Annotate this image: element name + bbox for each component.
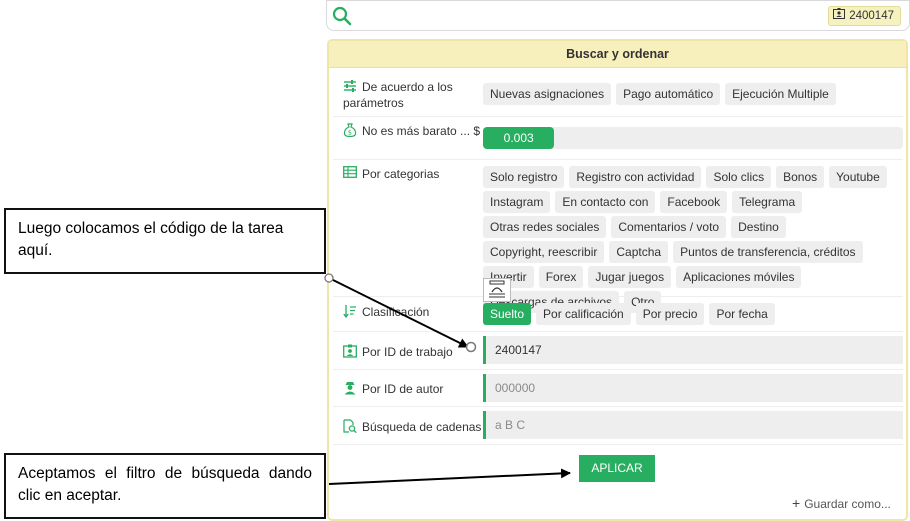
chip-category[interactable]: Captcha (609, 241, 669, 263)
params-label: De acuerdo a los parámetros (343, 79, 483, 111)
job-id-label-text: Por ID de trabajo (362, 345, 453, 359)
plus-icon: + (792, 495, 801, 511)
save-as-label: Guardar como... (804, 497, 891, 511)
chip-category[interactable]: Comentarios / voto (611, 216, 727, 238)
chip-multiple-execution[interactable]: Ejecución Multiple (725, 83, 836, 105)
document-icon (483, 278, 511, 302)
category-chips: Solo registro Registro con actividad Sol… (483, 166, 905, 313)
categories-label: Por categorias (343, 166, 483, 182)
price-slider-fill[interactable]: 0.003 (483, 127, 555, 149)
sliders-icon (343, 79, 357, 93)
chip-auto-payment[interactable]: Pago automático (616, 83, 721, 105)
params-chips: Nuevas asignaciones Pago automático Ejec… (483, 83, 905, 105)
chip-category[interactable]: Copyright, reescribir (483, 241, 605, 263)
id-card-icon (833, 7, 846, 25)
price-label-text: No es más barato ... $ (362, 124, 481, 138)
chip-sort-price[interactable]: Por precio (635, 303, 705, 325)
chip-sort-rating[interactable]: Por calificación (536, 303, 631, 325)
price-slider[interactable]: 0.003 (483, 127, 903, 149)
params-row: De acuerdo a los parámetros Nuevas asign… (333, 73, 903, 117)
chip-category[interactable]: Bonos (776, 166, 825, 188)
chip-category[interactable]: En contacto con (555, 191, 656, 213)
chip-category[interactable]: Instagram (483, 191, 551, 213)
chip-category[interactable]: Registro con actividad (569, 166, 702, 188)
chip-category[interactable]: Aplicaciones móviles (676, 266, 802, 288)
chip-category[interactable]: Destino (731, 216, 786, 238)
job-id-input[interactable] (483, 336, 903, 364)
sort-label: Clasificación (343, 304, 483, 320)
id-card-icon (343, 344, 357, 358)
task-id-badge[interactable]: 2400147 (828, 6, 901, 26)
sort-label-text: Clasificación (362, 305, 430, 319)
author-id-label-text: Por ID de autor (362, 382, 444, 396)
chip-category[interactable]: Facebook (660, 191, 728, 213)
chip-new-assignments[interactable]: Nuevas asignaciones (483, 83, 612, 105)
panel-title: Buscar y ordenar (329, 41, 906, 68)
table-icon (343, 166, 357, 180)
chip-category[interactable]: Forex (538, 266, 584, 288)
string-search-input[interactable] (483, 411, 903, 439)
string-search-row: Búsqueda de cadenas (333, 407, 903, 445)
params-label-text: De acuerdo a los parámetros (343, 80, 453, 110)
chip-category[interactable]: Solo registro (483, 166, 565, 188)
chip-category[interactable]: Jugar juegos (588, 266, 672, 288)
chip-category[interactable]: Puntos de transferencia, créditos (673, 241, 863, 263)
author-id-input[interactable] (483, 374, 903, 402)
sort-icon (343, 304, 357, 318)
doc-search-icon (343, 419, 357, 433)
chip-category[interactable]: Solo clics (706, 166, 772, 188)
string-search-label-text: Búsqueda de cadenas (362, 420, 482, 434)
search-and-sort-panel: Buscar y ordenar De acuerdo a los paráme… (327, 39, 908, 521)
chip-category[interactable]: Telegrama (732, 191, 803, 213)
author-id-row: Por ID de autor (333, 370, 903, 407)
save-as-link[interactable]: + Guardar como... (792, 495, 891, 511)
price-row: $ No es más barato ... $ 0.003 (333, 117, 903, 160)
string-search-label: Búsqueda de cadenas (343, 419, 483, 435)
chip-category[interactable]: Youtube (829, 166, 887, 188)
callout-task-code: Luego colocamos el código de la tarea aq… (4, 208, 326, 274)
apply-button[interactable]: APLICAR (579, 455, 655, 482)
money-bag-icon: $ (343, 123, 357, 137)
callout-apply-filter: Aceptamos el filtro de búsqueda dando cl… (4, 453, 326, 519)
top-search-bar: 2400147 (326, 0, 910, 31)
chip-category[interactable]: Otras redes sociales (483, 216, 607, 238)
sort-chips: Suelto Por calificación Por precio Por f… (483, 303, 905, 325)
categories-label-text: Por categorias (362, 167, 440, 181)
user-icon (343, 381, 357, 395)
job-id-row: Por ID de trabajo (333, 332, 903, 370)
price-label: $ No es más barato ... $ (343, 123, 483, 139)
search-icon[interactable] (332, 6, 352, 31)
job-id-label: Por ID de trabajo (343, 344, 483, 360)
task-id-badge-value: 2400147 (849, 10, 894, 22)
categories-row: Por categorias Solo registro Registro co… (333, 160, 903, 313)
sort-row: Clasificación Suelto Por calificación Po… (333, 297, 903, 332)
chip-sort-date[interactable]: Por fecha (709, 303, 775, 325)
author-id-label: Por ID de autor (343, 381, 483, 397)
svg-text:$: $ (348, 129, 352, 137)
chip-sort-loose[interactable]: Suelto (483, 303, 532, 325)
